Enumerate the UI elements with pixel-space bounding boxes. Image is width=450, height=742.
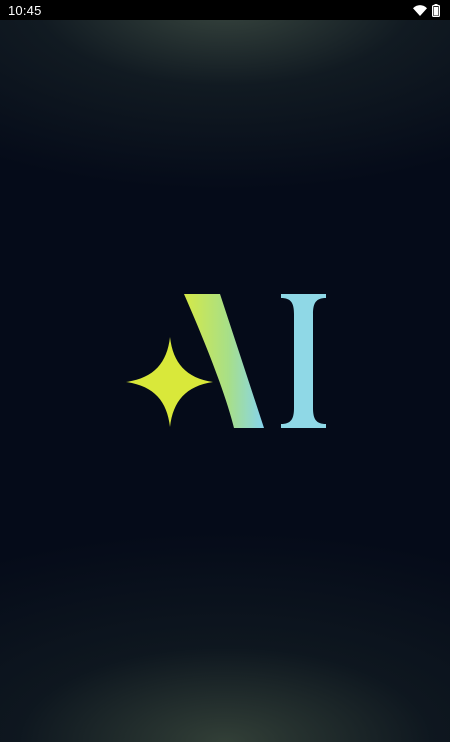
status-icons — [413, 3, 440, 17]
letter-i-stroke — [281, 294, 326, 428]
letter-a-stroke — [184, 294, 264, 428]
wifi-icon — [413, 4, 427, 16]
ai-logo-mark — [126, 294, 326, 428]
app-logo — [120, 288, 334, 433]
splash-screen: 10:45 — [0, 0, 450, 742]
battery-icon — [432, 3, 440, 17]
sparkle-star-icon — [126, 337, 213, 427]
status-time: 10:45 — [8, 2, 42, 18]
status-bar: 10:45 — [0, 0, 450, 20]
